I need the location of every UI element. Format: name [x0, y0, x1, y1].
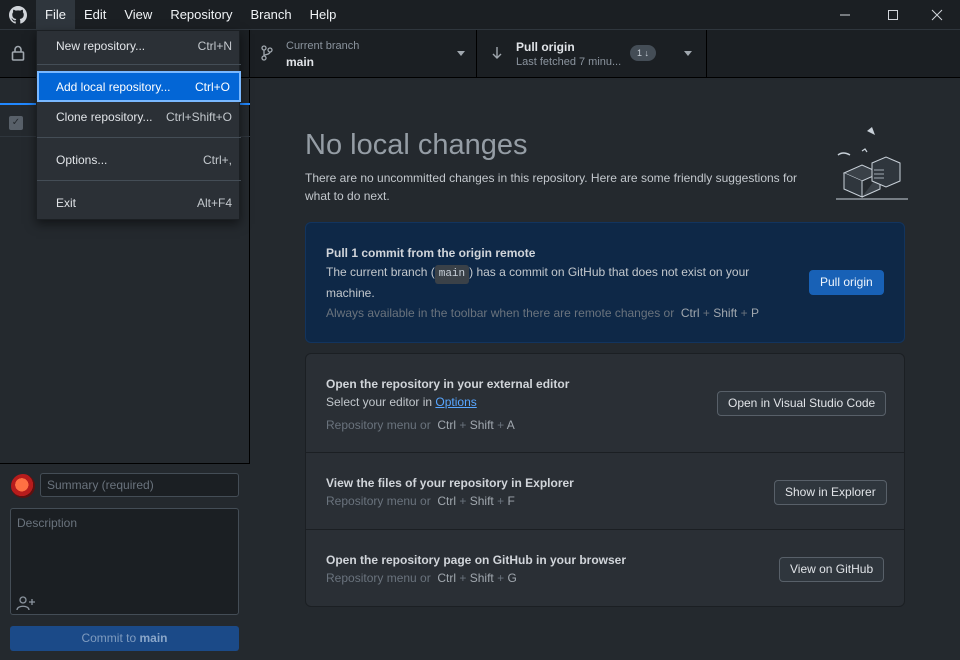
key-ctrl: Ctrl — [437, 494, 457, 508]
pull-hint-text: Always available in the toolbar when the… — [326, 306, 675, 320]
summary-input[interactable] — [40, 473, 239, 497]
file-menu-dropdown: New repository... Ctrl+N Add local repos… — [36, 30, 241, 220]
current-branch-button[interactable]: Current branch main — [250, 30, 477, 78]
key-shift: Shift — [469, 494, 494, 508]
options-link[interactable]: Options — [435, 395, 476, 409]
menu-divider — [37, 64, 241, 65]
pull-count-badge: 1 ↓ — [630, 45, 657, 61]
lock-icon — [11, 45, 25, 61]
minimize-icon — [840, 14, 850, 16]
commit-button-prefix: Commit to — [81, 631, 137, 645]
suggestions-card: Open the repository in your external edi… — [305, 353, 905, 607]
menu-item-options[interactable]: Options... Ctrl+, — [37, 145, 241, 174]
editor-desc-text: Select your editor in — [326, 395, 433, 409]
menu-divider — [37, 137, 241, 138]
minimize-button[interactable] — [822, 0, 868, 30]
select-all-checkbox[interactable]: ✓ — [9, 116, 23, 130]
chevron-down-icon — [457, 51, 465, 56]
menu-item-shortcut: Ctrl+Shift+O — [165, 109, 232, 124]
menu-item-exit[interactable]: Exit Alt+F4 — [37, 188, 241, 217]
show-in-explorer-button[interactable]: Show in Explorer — [774, 480, 887, 505]
key-a: A — [506, 418, 515, 432]
add-coauthor-icon[interactable] — [16, 595, 36, 611]
key-shift: Shift — [469, 571, 494, 585]
close-button[interactable] — [914, 0, 960, 30]
pull-origin-card-button[interactable]: Pull origin — [809, 270, 884, 295]
menu-view[interactable]: View — [115, 0, 161, 30]
last-fetched-text: Last fetched 7 minu... — [516, 56, 622, 68]
menu-item-shortcut: Ctrl+O — [194, 79, 230, 94]
editor-card-description: Select your editor in Options — [326, 393, 477, 412]
pull-origin-label: Pull origin — [516, 40, 575, 54]
avatar — [11, 474, 35, 498]
view-on-github-button[interactable]: View on GitHub — [779, 557, 885, 582]
menu-item-shortcut: Ctrl+N — [197, 38, 232, 53]
explorer-hint-text: Repository menu or — [326, 494, 431, 508]
key-g: G — [507, 571, 517, 585]
key-ctrl: Ctrl — [680, 306, 700, 320]
menu-item-clone-repository[interactable]: Clone repository... Ctrl+Shift+O — [37, 102, 241, 131]
menu-item-shortcut: Alt+F4 — [196, 195, 232, 210]
page-subtitle: There are no uncommitted changes in this… — [305, 171, 798, 203]
menu-item-new-repository[interactable]: New repository... Ctrl+N — [37, 31, 241, 60]
key-shift: Shift — [469, 418, 494, 432]
menu-item-label: Add local repository... — [56, 79, 171, 94]
main-panel: No local changes There are no uncommitte… — [251, 79, 960, 660]
pull-desc-before: The current branch ( — [326, 265, 435, 279]
github-logo-icon — [9, 6, 27, 24]
commit-button-branch: main — [139, 631, 168, 645]
menu-item-label: Exit — [56, 195, 77, 210]
open-in-editor-button[interactable]: Open in Visual Studio Code — [717, 391, 887, 416]
explorer-card-hint: Repository menu or Ctrl + Shift + F — [326, 494, 515, 508]
key-p: P — [750, 306, 759, 320]
commit-message-area: Commit to main — [0, 463, 250, 660]
pull-card-hint: Always available in the toolbar when the… — [326, 306, 759, 320]
editor-suggestion-row: Open the repository in your external edi… — [306, 354, 904, 452]
explorer-suggestion-row: View the files of your repository in Exp… — [306, 452, 904, 529]
menu-edit[interactable]: Edit — [75, 0, 115, 30]
commit-button[interactable]: Commit to main — [10, 626, 239, 651]
explorer-card-title: View the files of your repository in Exp… — [326, 476, 574, 490]
page-title: No local changes — [305, 129, 528, 161]
menu-divider — [37, 180, 241, 181]
description-input[interactable] — [11, 509, 238, 589]
branch-icon — [261, 45, 273, 61]
close-icon — [931, 9, 943, 21]
menu-item-label: New repository... — [56, 38, 146, 53]
editor-card-hint: Repository menu or Ctrl + Shift + A — [326, 418, 515, 432]
github-hint-text: Repository menu or — [326, 571, 431, 585]
pull-suggestion-card: Pull 1 commit from the origin remote The… — [305, 222, 905, 343]
menu-file[interactable]: File — [36, 0, 75, 30]
menu-branch[interactable]: Branch — [241, 0, 300, 30]
title-bar: File Edit View Repository Branch Help — [0, 0, 960, 30]
menu-repository[interactable]: Repository — [161, 0, 241, 30]
empty-state-illustration-icon — [836, 127, 908, 200]
maximize-button[interactable] — [870, 0, 916, 30]
description-box — [10, 508, 239, 615]
github-suggestion-row: Open the repository page on GitHub in yo… — [306, 529, 904, 606]
menu-item-add-local-repository[interactable]: Add local repository... Ctrl+O — [37, 71, 241, 102]
branch-name: main — [286, 55, 315, 69]
pull-card-title: Pull 1 commit from the origin remote — [326, 246, 536, 260]
chevron-down-icon — [684, 51, 692, 56]
menu-item-label: Options... — [56, 152, 108, 167]
editor-card-title: Open the repository in your external edi… — [326, 377, 570, 391]
key-f: F — [507, 494, 515, 508]
github-card-hint: Repository menu or Ctrl + Shift + G — [326, 571, 517, 585]
key-ctrl: Ctrl — [437, 571, 457, 585]
key-shift: Shift — [713, 306, 738, 320]
arrow-down-icon — [492, 47, 502, 59]
github-card-title: Open the repository page on GitHub in yo… — [326, 553, 627, 567]
editor-hint-text: Repository menu or — [326, 418, 431, 432]
menu-help[interactable]: Help — [301, 0, 346, 30]
key-ctrl: Ctrl — [437, 418, 457, 432]
menu-item-label: Clone repository... — [56, 109, 153, 124]
pull-origin-button[interactable]: Pull origin Last fetched 7 minu... 1 ↓ — [477, 30, 707, 78]
branch-label: Current branch — [286, 40, 360, 52]
menu-bar: File Edit View Repository Branch Help — [36, 0, 345, 30]
pull-card-description: The current branch (main) has a commit o… — [326, 263, 766, 303]
menu-item-shortcut: Ctrl+, — [202, 152, 232, 167]
branch-code: main — [434, 265, 470, 284]
maximize-icon — [888, 10, 898, 20]
